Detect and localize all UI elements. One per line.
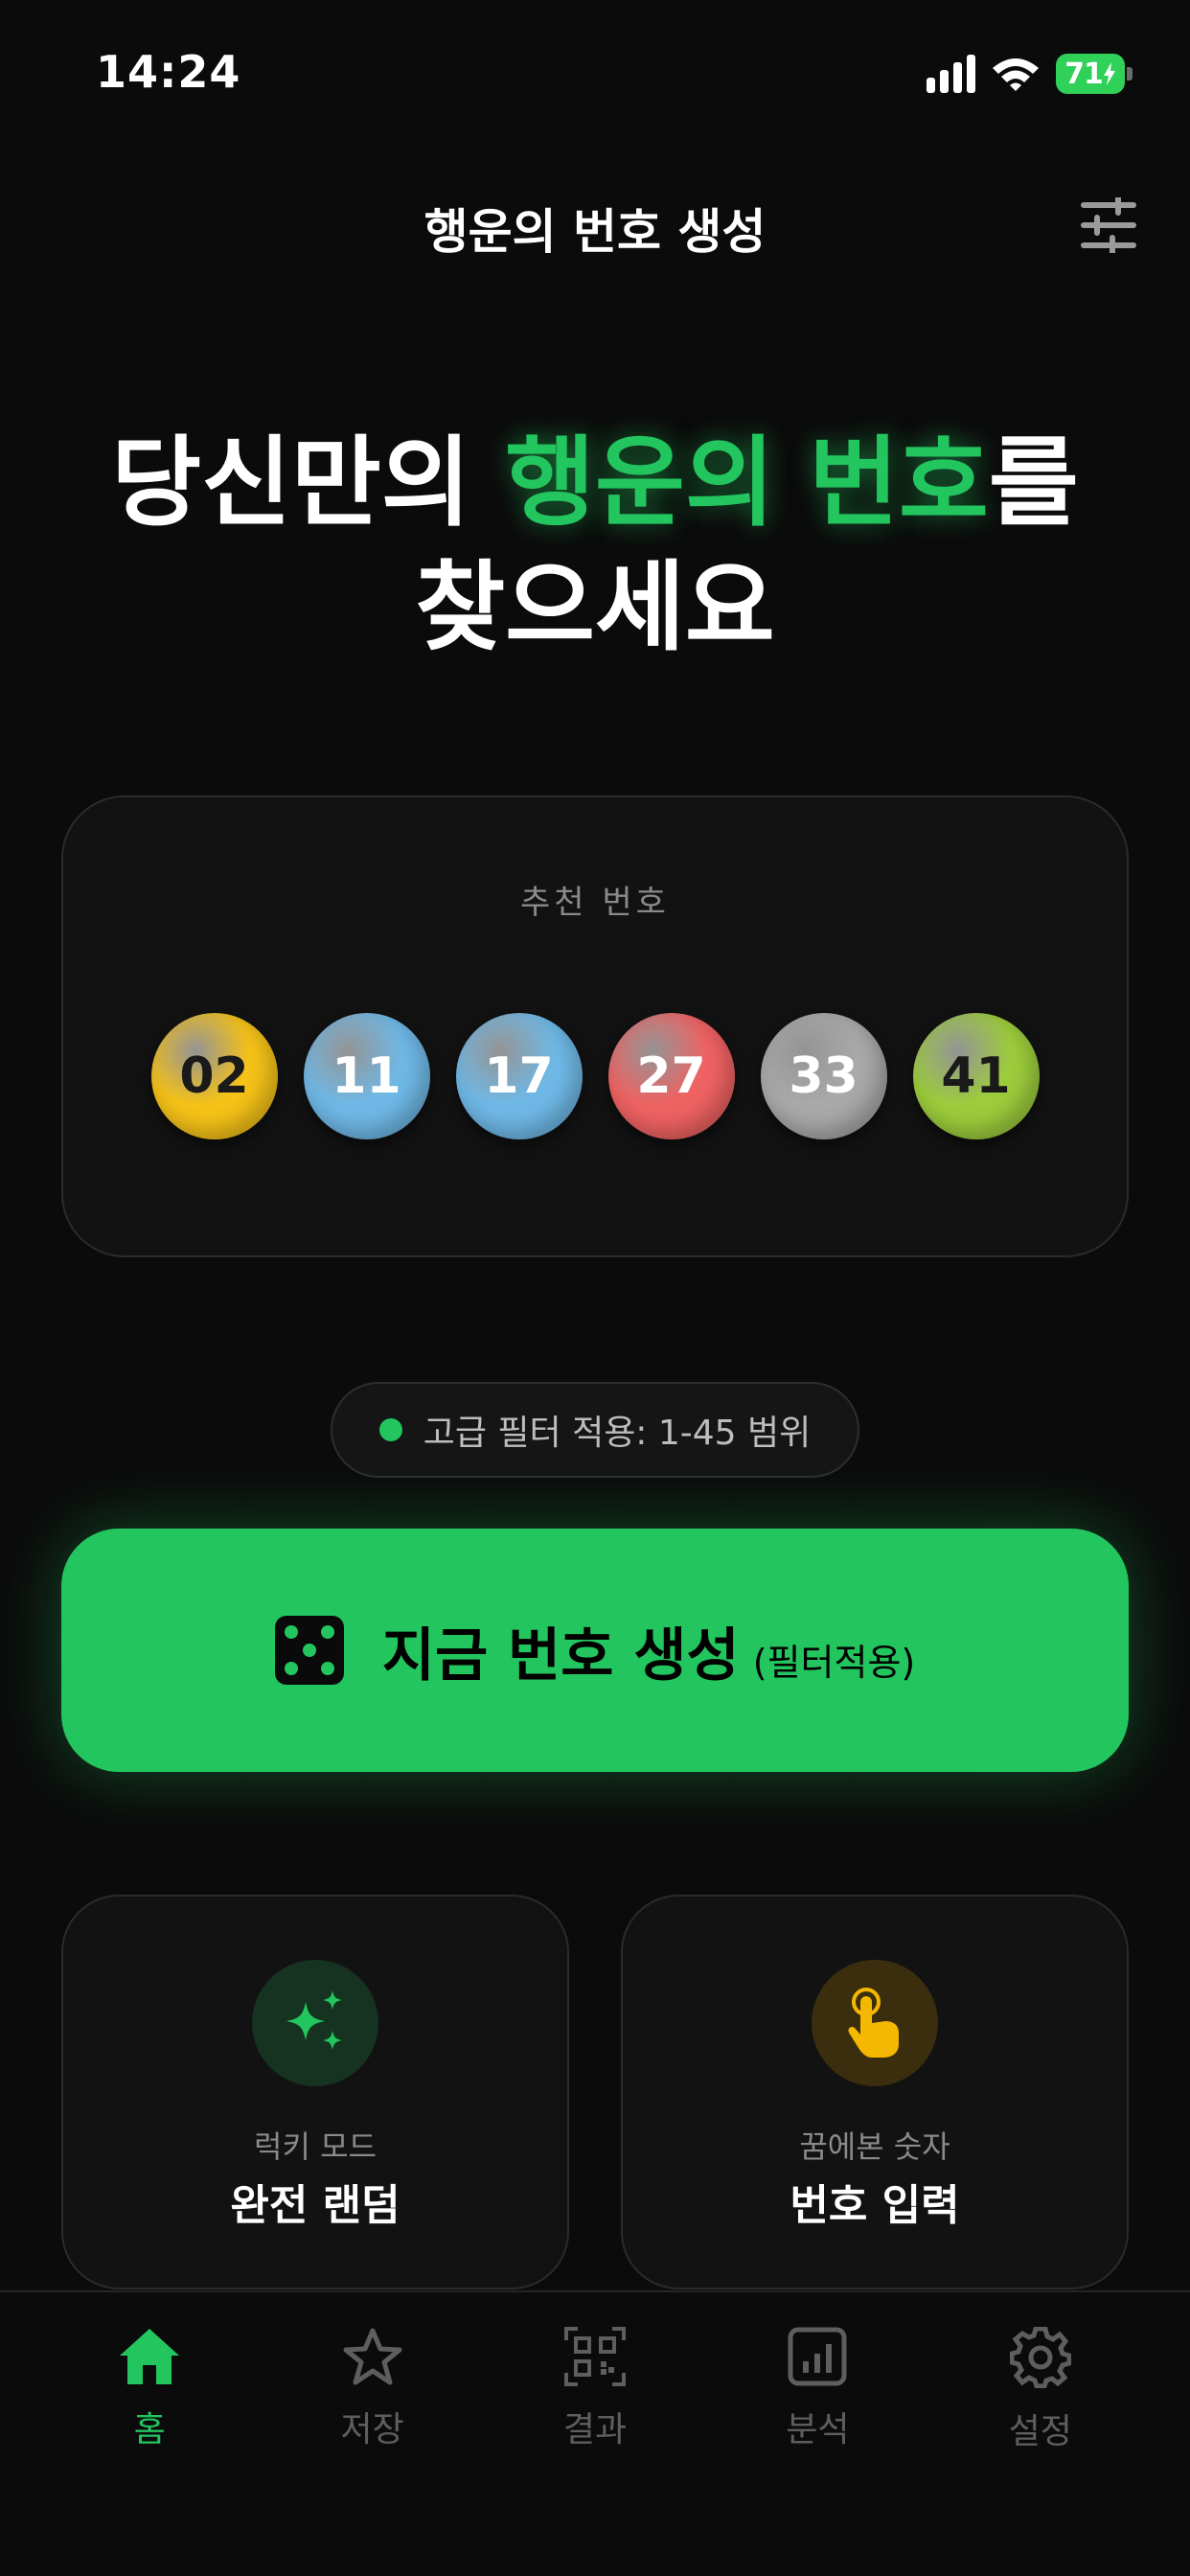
sparkles-icon <box>286 1990 342 2050</box>
lucky-mode-subtitle: 럭키 모드 <box>254 2128 377 2165</box>
hero-line-1: 당신만의 행운의 번호를 <box>0 422 1190 546</box>
cellular-signal-icon <box>927 55 975 93</box>
hero-line-2: 찾으세요 <box>415 551 775 665</box>
chart-icon <box>788 2327 847 2386</box>
filter-status-text: 고급 필터 적용: 1-45 범위 <box>423 1414 812 1453</box>
hero-prefix: 당신만의 <box>111 426 506 540</box>
filter-status-pill[interactable]: 고급 필터 적용: 1-45 범위 <box>331 1382 859 1478</box>
dream-number-title: 번호 입력 <box>790 2181 960 2230</box>
status-icons: 71 <box>927 54 1133 94</box>
sparkles-icon-badge <box>252 1960 378 2086</box>
tab-label: 홈 <box>133 2410 166 2450</box>
tab-label: 설정 <box>1008 2412 1072 2451</box>
hero-accent: 행운의 번호 <box>505 426 989 540</box>
tab-settings[interactable]: 설정 <box>964 2327 1117 2576</box>
tap-hand-icon-badge <box>812 1960 938 2086</box>
tab-bar: 홈 저장 결과 분석 설정 <box>0 2290 1190 2576</box>
tab-analysis[interactable]: 분석 <box>741 2327 894 2576</box>
status-time: 14:24 <box>96 46 241 98</box>
lotto-ball: 27 <box>607 1013 735 1139</box>
generate-label-group: 지금 번호 생성 (필터적용) <box>382 1609 915 1692</box>
charging-bolt-icon <box>1103 62 1115 85</box>
lotto-balls: 02 11 17 27 33 41 <box>63 1013 1127 1139</box>
battery-cap <box>1127 67 1133 80</box>
sliders-icon <box>1081 197 1136 253</box>
lotto-ball: 11 <box>303 1013 430 1139</box>
battery-level: 71 <box>1056 54 1125 94</box>
tap-hand-icon <box>848 1988 899 2058</box>
filter-settings-button[interactable] <box>1075 192 1142 259</box>
gear-icon <box>1009 2327 1071 2388</box>
qr-code-icon <box>563 2327 626 2386</box>
lucky-mode-card[interactable]: 럭키 모드 완전 랜덤 <box>61 1895 569 2289</box>
tab-home[interactable]: 홈 <box>73 2327 226 2576</box>
tab-label: 분석 <box>786 2410 850 2450</box>
battery-percent: 71 <box>1064 57 1104 91</box>
lucky-mode-title: 완전 랜덤 <box>230 2181 400 2230</box>
generate-label: 지금 번호 생성 <box>381 1622 740 1690</box>
battery-icon: 71 <box>1056 54 1133 94</box>
dream-number-subtitle: 꿈에본 숫자 <box>799 2128 950 2165</box>
generate-numbers-button[interactable]: 지금 번호 생성 (필터적용) <box>61 1529 1129 1772</box>
lotto-ball: 02 <box>150 1013 278 1139</box>
generate-sub-label: (필터적용) <box>752 1641 916 1684</box>
home-icon <box>120 2329 180 2384</box>
recommended-numbers-card: 추천 번호 02 11 17 27 33 41 <box>61 795 1129 1257</box>
hero-headline: 당신만의 행운의 번호를 찾으세요 <box>0 422 1190 671</box>
status-bar: 14:24 71 <box>0 0 1190 144</box>
tab-label: 저장 <box>340 2410 404 2450</box>
hero-suffix: 를 <box>988 426 1079 540</box>
wifi-icon <box>991 55 1041 93</box>
tab-label: 결과 <box>562 2410 628 2450</box>
recommended-label: 추천 번호 <box>520 884 670 922</box>
tab-saved[interactable]: 저장 <box>296 2327 449 2576</box>
page-title: 행운의 번호 생성 <box>423 204 767 260</box>
star-icon <box>343 2328 402 2385</box>
lotto-ball: 17 <box>455 1013 583 1139</box>
status-dot <box>378 1418 402 1441</box>
dream-number-card[interactable]: 꿈에본 숫자 번호 입력 <box>621 1895 1129 2289</box>
tab-results[interactable]: 결과 <box>518 2327 672 2576</box>
lotto-ball: 41 <box>912 1013 1040 1139</box>
lotto-ball: 33 <box>760 1013 887 1139</box>
app-header: 행운의 번호 생성 <box>0 182 1190 268</box>
dice-icon <box>274 1616 344 1685</box>
